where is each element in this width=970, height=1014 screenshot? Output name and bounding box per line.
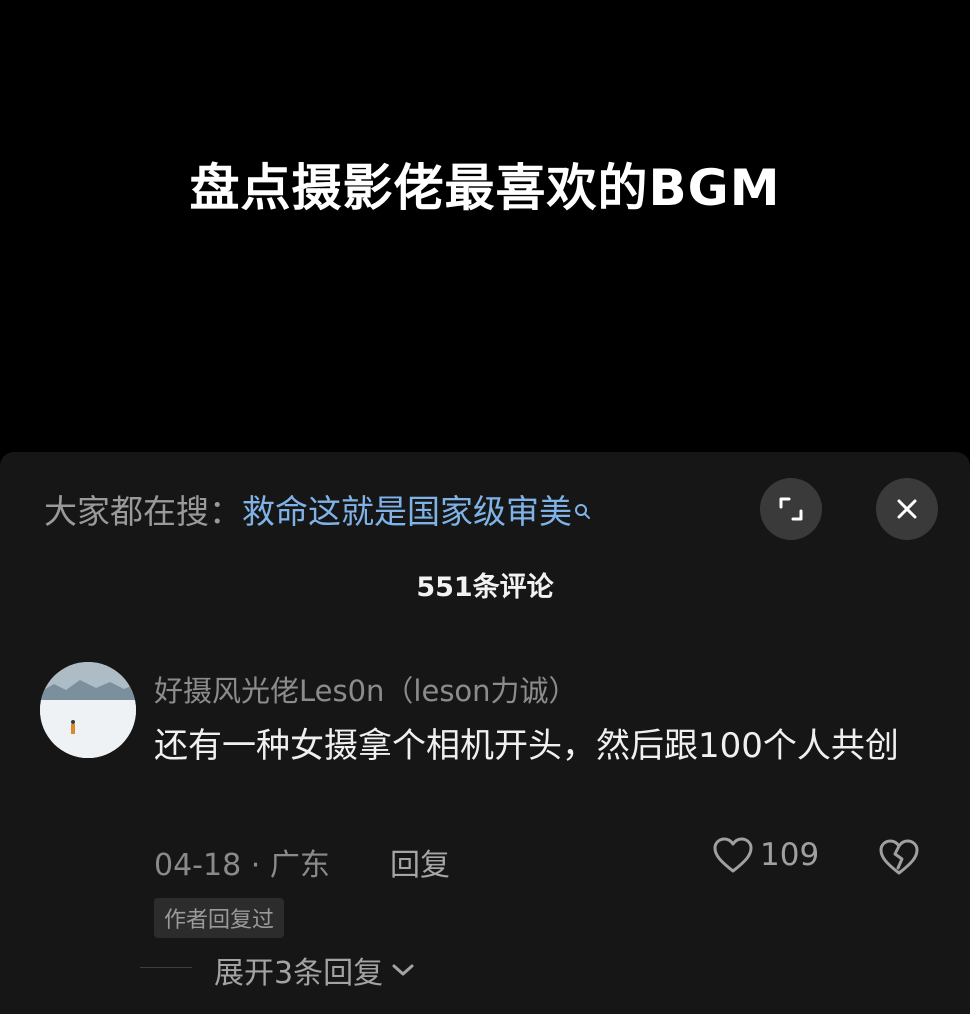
comment-text: 还有一种女摄拿个相机开头，然后跟100个人共创 <box>154 726 899 766</box>
like-button[interactable]: 109 <box>712 836 819 874</box>
video-title: 盘点摄影佬最喜欢的BGM <box>189 159 781 217</box>
expand-replies-button[interactable]: 展开3条回复 <box>214 948 415 992</box>
close-button[interactable] <box>876 478 938 540</box>
comments-panel: 大家都在搜：救命这就是国家级审美 551条评论 好摄风光佬Les0n（leson… <box>0 452 970 1014</box>
close-icon <box>897 499 917 519</box>
expand-replies-label: 展开3条回复 <box>214 956 384 991</box>
trending-search[interactable]: 大家都在搜：救命这就是国家级审美 <box>44 490 592 534</box>
comment-date: 04-18 <box>154 848 242 883</box>
search-icon <box>574 492 592 519</box>
meta-separator: · <box>250 848 261 883</box>
author-replied-badge: 作者回复过 <box>154 898 285 938</box>
video-player[interactable]: 盘点摄影佬最喜欢的BGM <box>0 0 970 452</box>
expand-button[interactable] <box>760 478 822 540</box>
like-count: 109 <box>760 837 820 873</box>
avatar[interactable] <box>40 662 136 758</box>
broken-heart-icon <box>879 839 919 875</box>
dislike-button[interactable] <box>878 838 920 880</box>
comment-meta: 04-18 · 广东 <box>154 840 330 884</box>
reply-button[interactable]: 回复 <box>390 840 450 884</box>
trending-search-prefix: 大家都在搜： <box>44 492 242 531</box>
expand-icon <box>779 497 803 521</box>
comment-username[interactable]: 好摄风光佬Les0n（leson力诚） <box>154 668 578 710</box>
comment-count: 551条评论 <box>416 572 554 603</box>
comment-location: 广东 <box>269 848 330 883</box>
heart-icon <box>713 837 753 873</box>
chevron-down-icon <box>392 964 414 976</box>
trending-search-term[interactable]: 救命这就是国家级审美 <box>242 492 572 531</box>
divider <box>140 967 192 968</box>
